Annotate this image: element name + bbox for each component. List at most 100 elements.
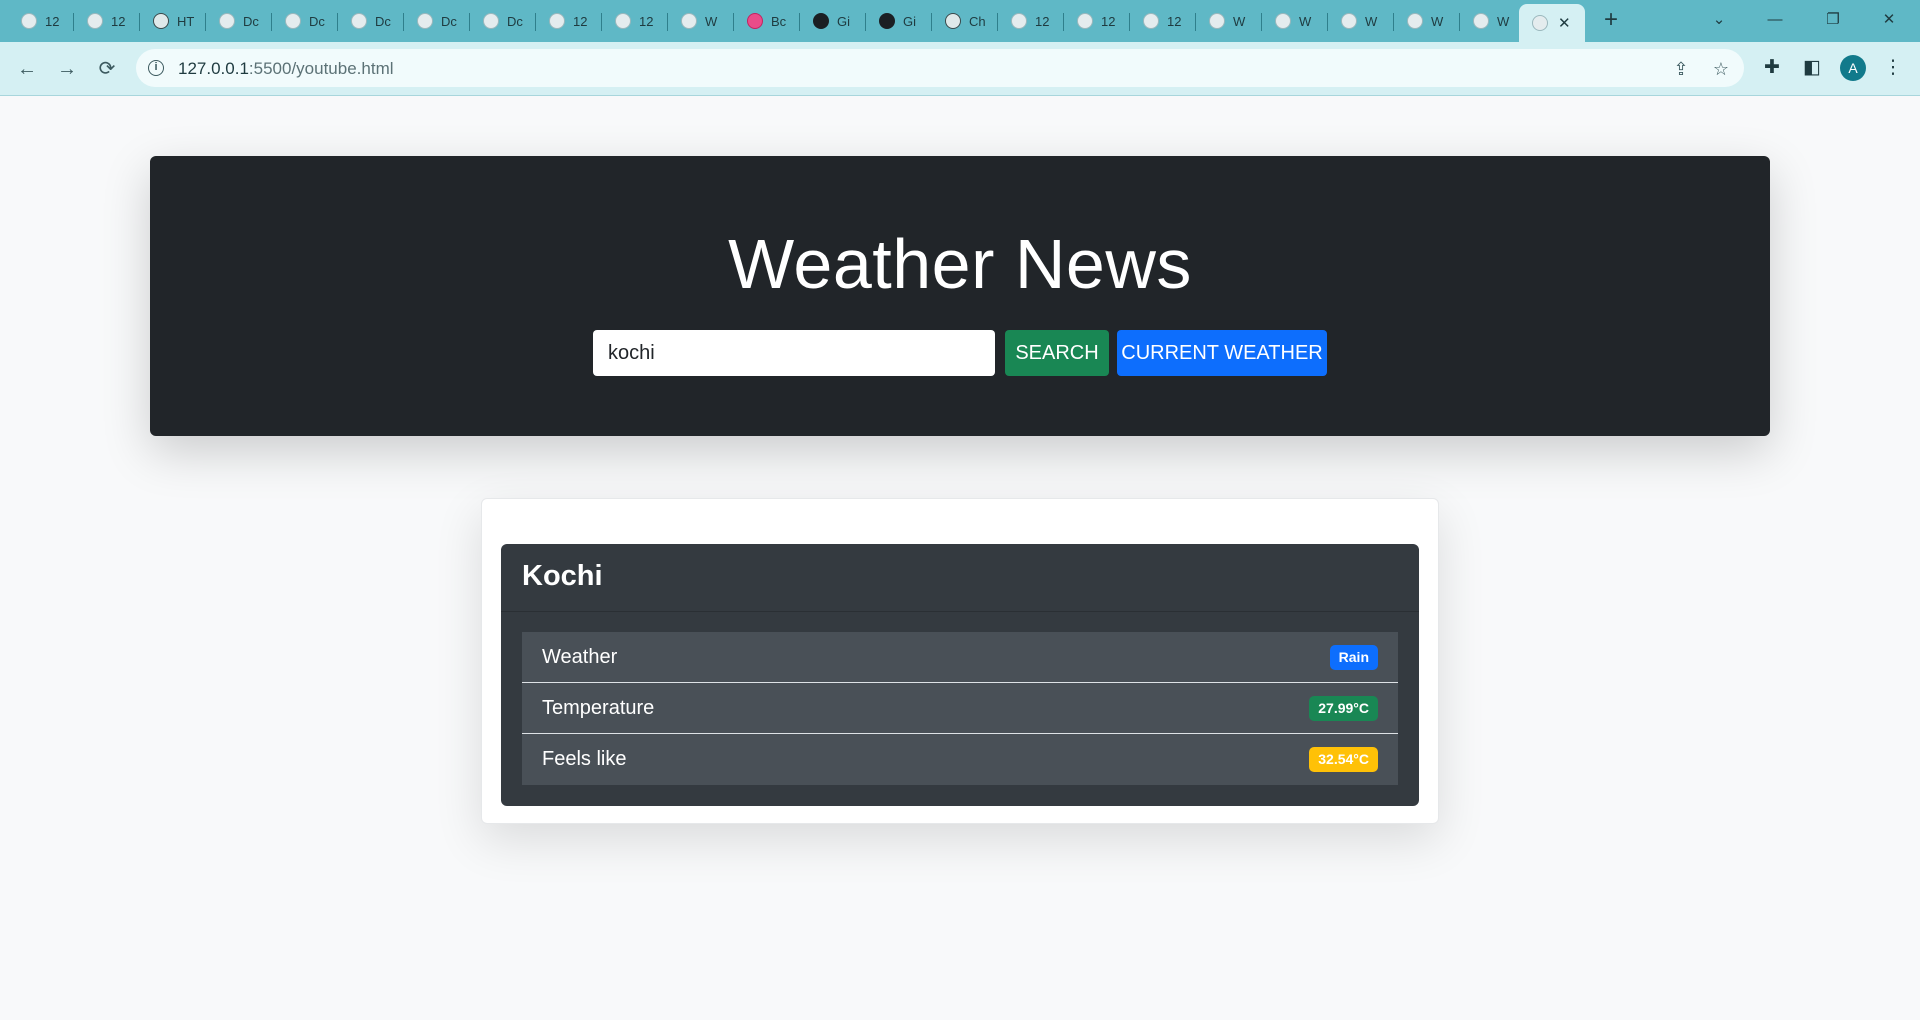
tab-title: Gi xyxy=(903,13,916,29)
tab-title: Dc xyxy=(441,13,457,29)
tab-title: 12 xyxy=(1035,13,1050,29)
list-item-temperature: Temperature 27.99°C xyxy=(522,683,1398,734)
side-panel-icon[interactable]: ◧ xyxy=(1799,55,1825,81)
profile-avatar[interactable]: A xyxy=(1840,55,1866,81)
search-button[interactable]: SEARCH xyxy=(1005,330,1109,376)
browser-tab[interactable]: W xyxy=(1394,7,1460,35)
browser-tab[interactable]: W xyxy=(668,7,734,35)
tab-title: 12 xyxy=(1167,13,1182,29)
share-icon[interactable]: ⇪ xyxy=(1670,58,1692,80)
browser-tab[interactable]: 12 xyxy=(8,7,74,35)
current-weather-button[interactable]: CURRENT WEATHER xyxy=(1117,330,1327,376)
city-card-header: Kochi xyxy=(501,544,1419,612)
extensions-icon[interactable]: ✚ xyxy=(1759,55,1785,81)
weather-label: Weather xyxy=(542,646,618,668)
reload-button[interactable]: ⟳ xyxy=(92,54,122,84)
page-viewport: Weather News SEARCH CURRENT WEATHER Koch… xyxy=(0,96,1920,1020)
generic-globe-icon xyxy=(1143,13,1159,29)
browser-tab[interactable]: Bc xyxy=(734,7,800,35)
browser-tab[interactable]: W xyxy=(1328,7,1394,35)
generic-globe-icon xyxy=(219,13,235,29)
browser-toolbar: ← → ⟳ i 127.0.0.1:5500/youtube.html ⇪ ☆ … xyxy=(0,42,1920,96)
weather-details-list: Weather Rain Temperature 27.99°C Feels l… xyxy=(522,632,1398,785)
browser-tab-strip: 12 12 HT Dc Dc Dc Dc Dc 12 12 W Bc Gi Gi Ch 12 12 12 W W W W W… xyxy=(0,0,1920,42)
browser-tab[interactable]: 12 xyxy=(536,7,602,35)
dribbble-icon xyxy=(747,13,763,29)
tab-title: W xyxy=(1497,13,1510,29)
generic-globe-icon xyxy=(417,13,433,29)
address-bar[interactable]: i 127.0.0.1:5500/youtube.html ⇪ ☆ xyxy=(136,49,1744,87)
list-item-feels-like: Feels like 32.54°C xyxy=(522,734,1398,785)
generic-globe-icon xyxy=(1011,13,1027,29)
menu-kebab-icon[interactable]: ⋮ xyxy=(1880,55,1906,81)
tab-title: Bc xyxy=(771,13,787,29)
tab-title: HT xyxy=(177,13,195,29)
back-button[interactable]: ← xyxy=(12,54,42,84)
list-item-weather: Weather Rain xyxy=(522,632,1398,683)
browser-tab[interactable]: W xyxy=(1262,7,1328,35)
generic-globe-icon xyxy=(285,13,301,29)
temperature-label: Temperature xyxy=(542,697,655,719)
browser-tab[interactable]: Dc xyxy=(404,7,470,35)
site-info-icon[interactable]: i xyxy=(148,60,164,76)
generic-globe-icon xyxy=(1077,13,1093,29)
tab-title: W xyxy=(705,13,718,29)
feels-like-label: Feels like xyxy=(542,748,627,770)
minimize-button[interactable]: — xyxy=(1752,6,1798,34)
close-window-button[interactable]: ✕ xyxy=(1866,6,1912,34)
url-host: 127.0.0.1 xyxy=(178,59,249,78)
generic-globe-icon xyxy=(549,13,565,29)
chatgpt-icon xyxy=(945,13,961,29)
globe-icon xyxy=(1532,15,1548,31)
generic-globe-icon xyxy=(1275,13,1291,29)
browser-tab[interactable]: Dc xyxy=(206,7,272,35)
generic-globe-icon xyxy=(21,13,37,29)
city-search-input[interactable] xyxy=(593,330,995,376)
result-card: Kochi Weather Rain Temperature 27.99°C F… xyxy=(481,498,1439,824)
generic-globe-icon xyxy=(483,13,499,29)
browser-tab[interactable]: 12 xyxy=(1064,7,1130,35)
forward-button[interactable]: → xyxy=(52,54,82,84)
tab-close-icon[interactable]: ✕ xyxy=(1558,14,1571,32)
generic-globe-icon xyxy=(681,13,697,29)
tab-title: Dc xyxy=(309,13,325,29)
browser-tab[interactable]: 12 xyxy=(74,7,140,35)
github-icon xyxy=(879,13,895,29)
browser-tab[interactable]: 12 xyxy=(1130,7,1196,35)
browser-tab[interactable]: Gi xyxy=(800,7,866,35)
browser-tab[interactable]: Ch xyxy=(932,7,998,35)
browser-tab[interactable]: 12 xyxy=(998,7,1064,35)
generic-globe-icon xyxy=(1341,13,1357,29)
browser-tab[interactable]: W xyxy=(1196,7,1262,35)
weather-hero-banner: Weather News SEARCH CURRENT WEATHER xyxy=(150,156,1770,436)
address-url[interactable]: 127.0.0.1:5500/youtube.html xyxy=(178,59,394,79)
browser-tab[interactable]: Dc xyxy=(338,7,404,35)
new-tab-button[interactable]: + xyxy=(1597,8,1625,34)
tab-title: W xyxy=(1299,13,1312,29)
browser-tab[interactable]: Gi xyxy=(866,7,932,35)
generic-globe-icon xyxy=(87,13,103,29)
restore-button[interactable]: ❐ xyxy=(1810,6,1856,34)
tab-title: 12 xyxy=(111,13,126,29)
temperature-badge: 27.99°C xyxy=(1309,696,1378,721)
github-icon xyxy=(813,13,829,29)
browser-tab[interactable]: HT xyxy=(140,7,206,35)
tab-title: 12 xyxy=(1101,13,1116,29)
bookmark-star-icon[interactable]: ☆ xyxy=(1710,58,1732,80)
browser-tab[interactable]: Dc xyxy=(272,7,338,35)
url-path: :5500/youtube.html xyxy=(248,59,394,78)
city-weather-card: Kochi Weather Rain Temperature 27.99°C F… xyxy=(501,544,1419,806)
tab-search-button[interactable]: ⌄ xyxy=(1696,6,1742,34)
browser-tab[interactable]: 12 xyxy=(602,7,668,35)
generic-globe-icon xyxy=(351,13,367,29)
tab-title: 12 xyxy=(45,13,60,29)
browser-tab[interactable]: W xyxy=(1460,7,1526,35)
tab-title: W xyxy=(1233,13,1246,29)
browser-tab[interactable]: Dc xyxy=(470,7,536,35)
page-title: Weather News xyxy=(728,225,1192,303)
tab-active[interactable]: ✕ xyxy=(1519,4,1585,42)
tab-title: Ch xyxy=(969,13,986,29)
tab-title: Dc xyxy=(243,13,259,29)
tab-title: Gi xyxy=(837,13,850,29)
city-name: Kochi xyxy=(522,560,603,592)
